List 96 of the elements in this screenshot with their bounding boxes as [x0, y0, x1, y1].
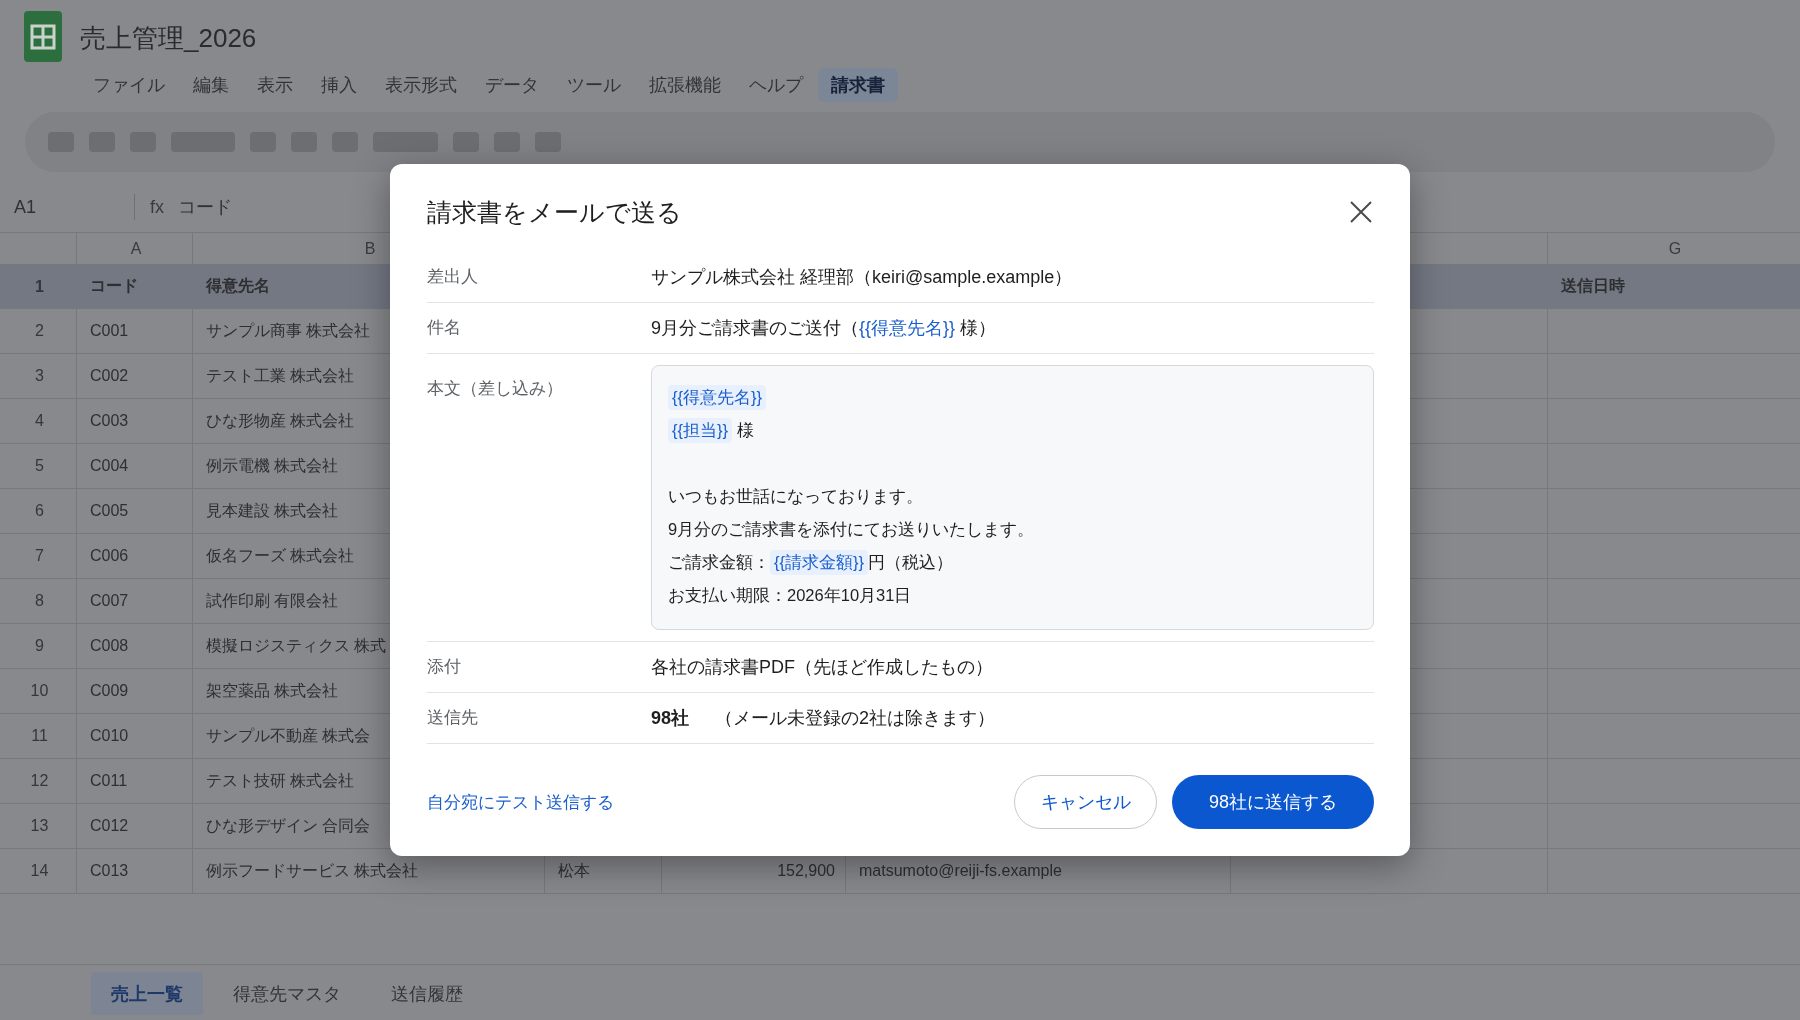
toolbar-placeholder-icon	[453, 132, 479, 152]
field-label: 件名	[427, 317, 461, 339]
merge-field-tag: {{請求金額}}	[770, 550, 869, 575]
row-number: 7	[35, 547, 44, 565]
row-number: 14	[30, 862, 49, 880]
toolbar-placeholder-icon	[494, 132, 520, 152]
menu-item[interactable]: 表示	[244, 68, 306, 102]
close-button[interactable]	[1350, 201, 1372, 223]
customer-code: C007	[90, 592, 129, 610]
dialog-title: 請求書をメールで送る	[427, 197, 682, 228]
customer-code: C003	[90, 412, 129, 430]
customer-name: テスト工業 株式会社	[206, 365, 355, 386]
field-label: 添付	[427, 656, 461, 678]
body-text: 様	[735, 421, 754, 439]
field-value: 各社の請求書PDF（先ほど作成したもの）	[651, 656, 993, 679]
row-number: 1	[35, 277, 44, 296]
customer-code: C011	[90, 772, 128, 790]
customer-name: 模擬ロジスティクス 株式	[206, 635, 387, 656]
row-number: 5	[35, 457, 44, 475]
column-letter: A	[130, 239, 142, 258]
sheet-tab[interactable]: 得意先マスタ	[213, 972, 361, 1015]
customer-name: テスト技研 株式会社	[206, 770, 355, 791]
field-value: 9月分ご請求書のご送付（{{得意先名}} 様）	[651, 317, 997, 340]
row-number: 9	[35, 637, 44, 655]
formula-content: コード	[178, 196, 232, 219]
column-title: 得意先名	[206, 276, 270, 296]
customer-name: サンプル不動産 株式会	[206, 725, 371, 746]
customer-code: C005	[90, 502, 129, 520]
column-letter: B	[364, 239, 376, 258]
row-number: 2	[35, 322, 44, 340]
body-text: 円（税込）	[868, 553, 954, 571]
row-number: 12	[30, 772, 49, 790]
menu-item[interactable]: 表示形式	[372, 68, 470, 102]
menu-item[interactable]: 拡張機能	[636, 68, 734, 102]
send-button[interactable]: 98社に送信する	[1172, 775, 1374, 829]
customer-code: C010	[90, 727, 129, 745]
row-number: 11	[31, 727, 48, 745]
column-letter: G	[1668, 239, 1682, 258]
amount: 152,900	[777, 862, 835, 880]
customer-name: 見本建設 株式会社	[206, 500, 339, 521]
customer-name: 試作印刷 有限会社	[206, 590, 339, 611]
menu-item[interactable]: 編集	[180, 68, 242, 102]
sheet-grid-icon	[24, 11, 62, 62]
recipient-note: （メール未登録の2社は除きます）	[715, 707, 996, 730]
sheet-tab[interactable]: 送信履歴	[371, 972, 483, 1015]
customer-code: C013	[90, 862, 129, 880]
body-text: お支払い期限：2026年10月31日	[668, 586, 912, 604]
toolbar-placeholder-icon	[535, 132, 561, 152]
customer-name: 例示フードサービス 株式会社	[206, 860, 419, 881]
menu-item[interactable]: ファイル	[80, 68, 178, 102]
row-number: 10	[30, 682, 49, 700]
body-text: 9月分のご請求書を添付にてお送りいたします。	[668, 520, 1035, 538]
merge-field-tag: {{担当}}	[668, 418, 733, 443]
body-text: いつもお世話になっております。	[668, 487, 923, 505]
menu-item[interactable]: 挿入	[308, 68, 370, 102]
cell-reference: A1	[14, 196, 37, 217]
customer-name: 仮名フーズ 株式会社	[206, 545, 355, 566]
customer-code: C002	[90, 367, 129, 385]
body-text: ご請求金額：	[668, 553, 770, 571]
customer-name: ひな形デザイン 合同会	[206, 815, 371, 836]
customer-code: C008	[90, 637, 129, 655]
field-label: 本文（差し込み）	[427, 378, 563, 400]
customer-name: サンプル商事 株式会社	[206, 320, 371, 341]
field-label: 送信先	[427, 707, 478, 729]
customer-code: C004	[90, 457, 129, 475]
customer-code: C009	[90, 682, 129, 700]
customer-code: C006	[90, 547, 129, 565]
field-label: 差出人	[427, 266, 478, 288]
row-number: 13	[30, 817, 49, 835]
customer-name: 例示電機 株式会社	[206, 455, 339, 476]
close-icon	[1350, 201, 1372, 223]
row-number: 3	[35, 367, 44, 385]
merge-field-tag: {{得意先名}}	[668, 385, 767, 410]
recipient-count: 98社	[651, 707, 690, 730]
email-address: matsumoto@reiji-fs.example	[859, 862, 1062, 880]
cancel-button[interactable]: キャンセル	[1014, 775, 1157, 829]
document-title: 売上管理_2026	[80, 22, 257, 54]
column-title: 送信日時	[1561, 276, 1625, 296]
customer-code: C001	[90, 322, 129, 340]
toolbar-placeholder-icon	[373, 132, 438, 152]
column-title: コード	[90, 276, 138, 296]
customer-name: ひな形物産 株式会社	[206, 410, 355, 431]
contact-name: 松本	[558, 860, 590, 881]
menu-item[interactable]: 請求書	[818, 68, 898, 102]
customer-name: 架空薬品 株式会社	[206, 680, 339, 701]
row-number: 4	[35, 412, 44, 430]
test-send-link[interactable]: 自分宛にテスト送信する	[427, 790, 614, 814]
row-number: 6	[35, 502, 44, 520]
menu-item[interactable]: ツール	[554, 68, 634, 102]
field-value: サンプル株式会社 経理部（keiri@sample.example）	[651, 266, 1073, 289]
function-label: fx	[150, 196, 164, 218]
menu-item[interactable]: ヘルプ	[736, 68, 816, 102]
menu-item[interactable]: データ	[472, 68, 552, 102]
row-number: 8	[35, 592, 44, 610]
customer-code: C012	[90, 817, 129, 835]
sheet-tab[interactable]: 売上一覧	[91, 972, 203, 1015]
